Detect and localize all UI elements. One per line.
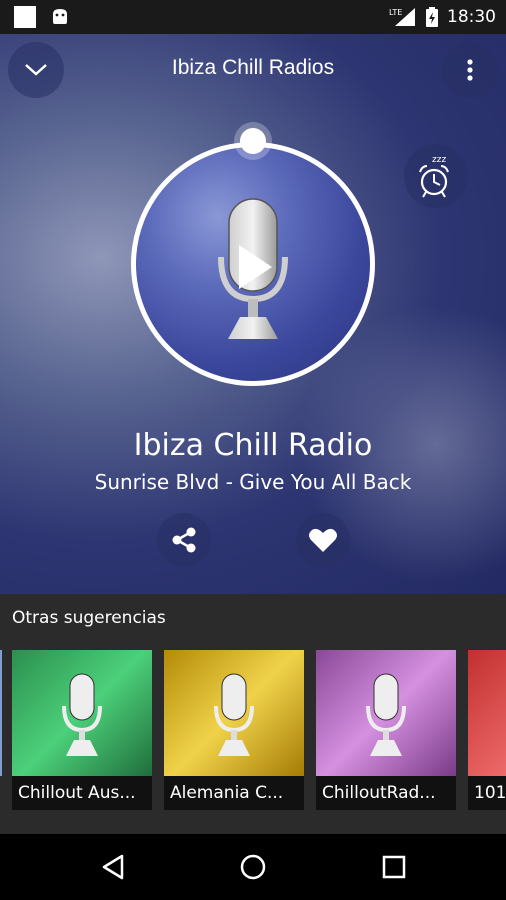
- suggestion-card[interactable]: Chillout Aus...: [12, 650, 152, 810]
- share-icon: [172, 527, 196, 553]
- back-icon[interactable]: [100, 853, 126, 881]
- more-options-button[interactable]: [442, 42, 498, 98]
- navigation-bar: [0, 834, 506, 900]
- microphone-icon: [214, 673, 254, 756]
- suggestions-title: Otras sugerencias: [12, 608, 166, 628]
- home-icon[interactable]: [239, 853, 267, 881]
- page-title: Ibiza Chill Radios: [171, 56, 335, 79]
- status-bar: LTE 18:30: [0, 0, 506, 34]
- previous-card-edge: [0, 650, 2, 776]
- microphone-icon: [62, 673, 102, 756]
- favorite-button[interactable]: [296, 513, 350, 567]
- microphone-play-icon: [218, 198, 288, 339]
- station-name: Ibiza Chill Radio: [133, 428, 373, 463]
- card-artwork: [316, 650, 456, 776]
- suggestions-section: Otras sugerencias Chillout Aus... Aleman…: [0, 594, 506, 834]
- suggestion-card[interactable]: 101.: [468, 650, 506, 810]
- suggestion-card[interactable]: Alemania C...: [164, 650, 304, 810]
- suggestion-card[interactable]: ChilloutRad...: [316, 650, 456, 810]
- progress-knob[interactable]: [240, 128, 266, 154]
- card-artwork: [468, 650, 506, 776]
- play-button[interactable]: [131, 142, 375, 386]
- svg-text:zzz: zzz: [432, 155, 446, 165]
- alarm-sleep-icon: zzz: [419, 155, 449, 198]
- card-label: Chillout Aus...: [12, 776, 152, 810]
- share-button[interactable]: [157, 513, 211, 567]
- collapse-button[interactable]: [8, 42, 64, 98]
- notification-square-icon: [14, 6, 36, 28]
- card-label: 101.: [468, 776, 506, 810]
- chevron-down-icon: [25, 64, 47, 76]
- android-icon: [53, 9, 67, 24]
- more-vert-icon: [467, 59, 473, 81]
- card-label: Alemania C...: [164, 776, 304, 810]
- microphone-icon: [366, 673, 406, 756]
- sleep-timer-button[interactable]: zzz: [404, 144, 468, 208]
- card-label: ChilloutRad...: [316, 776, 456, 810]
- card-artwork: [164, 650, 304, 776]
- heart-icon: [309, 528, 337, 552]
- track-title: Sunrise Blvd - Give You All Back: [94, 470, 412, 494]
- battery-charging-icon: [426, 7, 438, 27]
- recents-icon[interactable]: [381, 854, 407, 880]
- lte-signal-icon: LTE: [389, 8, 415, 26]
- status-time: 18:30: [447, 7, 496, 27]
- svg-text:LTE: LTE: [389, 8, 402, 17]
- card-artwork: [12, 650, 152, 776]
